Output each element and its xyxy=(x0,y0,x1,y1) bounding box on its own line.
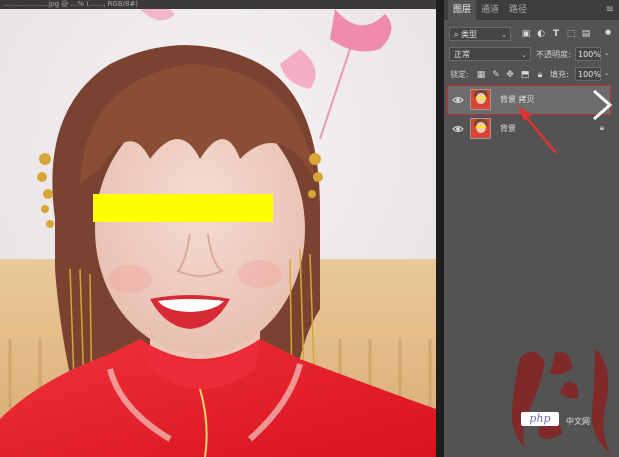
site-name-text: 中文网 xyxy=(566,417,590,426)
chevron-right-icon[interactable] xyxy=(588,89,616,121)
calligraphy-watermark xyxy=(511,348,610,453)
php-logo-badge: php xyxy=(521,412,559,426)
